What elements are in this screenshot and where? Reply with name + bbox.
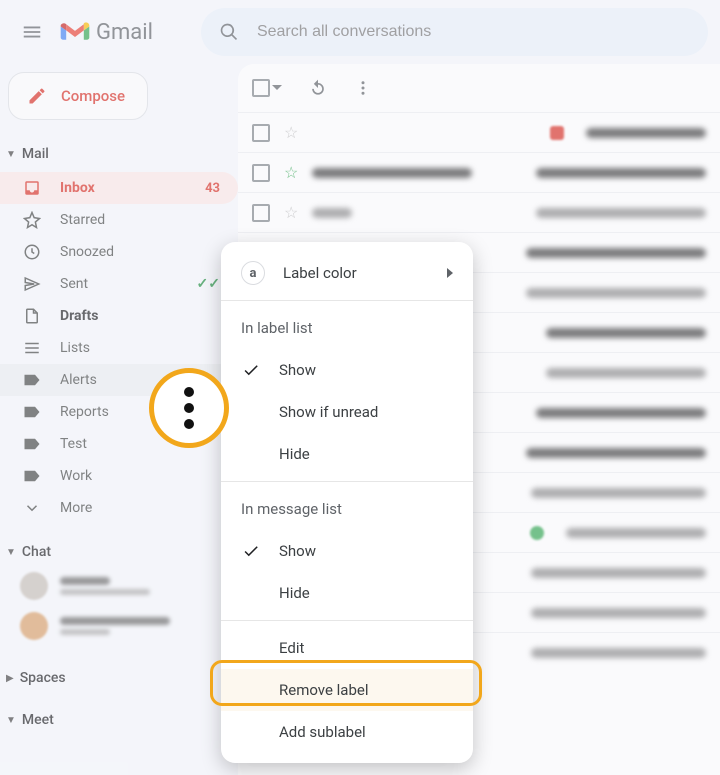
chevron-down-icon: ▼ — [6, 149, 16, 160]
avatar — [20, 572, 48, 600]
menu-remove-label[interactable]: Remove label — [221, 669, 473, 711]
chevron-right-icon — [447, 268, 455, 278]
sidebar-item-more[interactable]: More — [0, 492, 238, 524]
lines-icon — [22, 339, 42, 357]
double-check-icon: ✓✓ — [197, 276, 220, 292]
app-name: Gmail — [96, 20, 153, 45]
sidebar-item-lists[interactable]: Lists — [0, 332, 238, 364]
tag-icon — [22, 405, 42, 419]
star-icon — [22, 211, 42, 229]
row-checkbox[interactable] — [252, 124, 270, 142]
label-chip — [550, 126, 564, 140]
top-bar: Gmail — [0, 0, 720, 64]
label-context-menu: a Label color In label list Show Show if… — [221, 242, 473, 763]
hamburger-icon — [21, 21, 43, 43]
menu-show-if-unread[interactable]: Show if unread — [221, 391, 473, 433]
menu-msg-show[interactable]: Show — [221, 530, 473, 572]
unread-count: 43 — [205, 181, 220, 196]
nav-list: Inbox43StarredSnoozedSent✓✓DraftsListsAl… — [0, 172, 238, 524]
sidebar-item-label: Snoozed — [60, 244, 220, 260]
menu-hide[interactable]: Hide — [221, 433, 473, 475]
compose-label: Compose — [61, 87, 125, 105]
sidebar-item-snoozed[interactable]: Snoozed — [0, 236, 238, 268]
sidebar-item-inbox[interactable]: Inbox 43 — [0, 172, 238, 204]
sidebar-item-label: Sent — [60, 276, 179, 292]
select-all-checkbox[interactable] — [252, 79, 282, 97]
caret-down-icon — [272, 83, 282, 93]
menu-edit[interactable]: Edit — [221, 627, 473, 669]
tag-icon — [22, 437, 42, 451]
avatar — [20, 612, 48, 640]
menu-add-sublabel[interactable]: Add sublabel — [221, 711, 473, 753]
star-icon[interactable]: ☆ — [284, 123, 298, 142]
row-checkbox[interactable] — [252, 164, 270, 182]
sidebar-item-sent[interactable]: Sent ✓✓ — [0, 268, 238, 300]
more-icon — [22, 499, 42, 517]
sidebar-item-label: Inbox — [60, 180, 187, 196]
menu-label-color[interactable]: a Label color — [221, 252, 473, 294]
compose-button[interactable]: Compose — [8, 72, 148, 120]
tag-icon — [22, 469, 42, 483]
inbox-icon — [22, 179, 42, 197]
section-spaces[interactable]: ▶ Spaces — [0, 664, 238, 692]
section-chat[interactable]: ▼ Chat — [0, 538, 238, 566]
message-row[interactable]: ☆ — [238, 192, 720, 232]
search-icon — [219, 22, 239, 42]
message-row[interactable]: ☆ — [238, 112, 720, 152]
check-icon — [241, 542, 261, 560]
search-bar[interactable] — [201, 8, 708, 56]
tag-icon — [22, 373, 42, 387]
sidebar-item-label: Drafts — [60, 308, 220, 324]
sidebar-item-starred[interactable]: Starred — [0, 204, 238, 236]
sidebar-item-label: More — [60, 500, 220, 516]
search-input[interactable] — [257, 23, 690, 41]
menu-show[interactable]: Show — [221, 349, 473, 391]
chat-contact[interactable] — [0, 606, 238, 646]
gmail-logo[interactable]: Gmail — [60, 20, 153, 45]
message-row[interactable]: ☆ — [238, 152, 720, 192]
star-icon[interactable]: ☆ — [284, 163, 298, 182]
sidebar-item-label: Lists — [60, 340, 220, 356]
section-meet[interactable]: ▼ Meet — [0, 706, 238, 734]
section-mail[interactable]: ▼ Mail — [0, 140, 238, 168]
sidebar-item-drafts[interactable]: Drafts — [0, 300, 238, 332]
menu-section-label-list: In label list — [221, 307, 473, 349]
main-menu-button[interactable] — [12, 12, 52, 52]
pencil-icon — [27, 86, 47, 106]
send-icon — [22, 275, 42, 293]
sidebar-item-label: Starred — [60, 212, 220, 228]
chevron-down-icon: ▼ — [6, 547, 16, 558]
sidebar-item-work[interactable]: Work — [0, 460, 238, 492]
annotation-kebab-highlight — [149, 368, 229, 448]
menu-msg-hide[interactable]: Hide — [221, 572, 473, 614]
gmail-m-icon — [60, 21, 90, 43]
refresh-icon[interactable] — [308, 78, 328, 98]
sidebar-item-label: Work — [60, 468, 220, 484]
chat-contact[interactable] — [0, 566, 238, 606]
check-icon — [241, 361, 261, 379]
row-checkbox[interactable] — [252, 204, 270, 222]
more-icon[interactable] — [354, 79, 372, 97]
chevron-right-icon: ▶ — [6, 673, 14, 684]
color-chip-icon: a — [241, 261, 265, 285]
mail-toolbar — [238, 64, 720, 112]
chevron-down-icon: ▼ — [6, 715, 16, 726]
star-icon[interactable]: ☆ — [284, 203, 298, 222]
file-icon — [22, 307, 42, 325]
clock-icon — [22, 243, 42, 261]
menu-section-message-list: In message list — [221, 488, 473, 530]
